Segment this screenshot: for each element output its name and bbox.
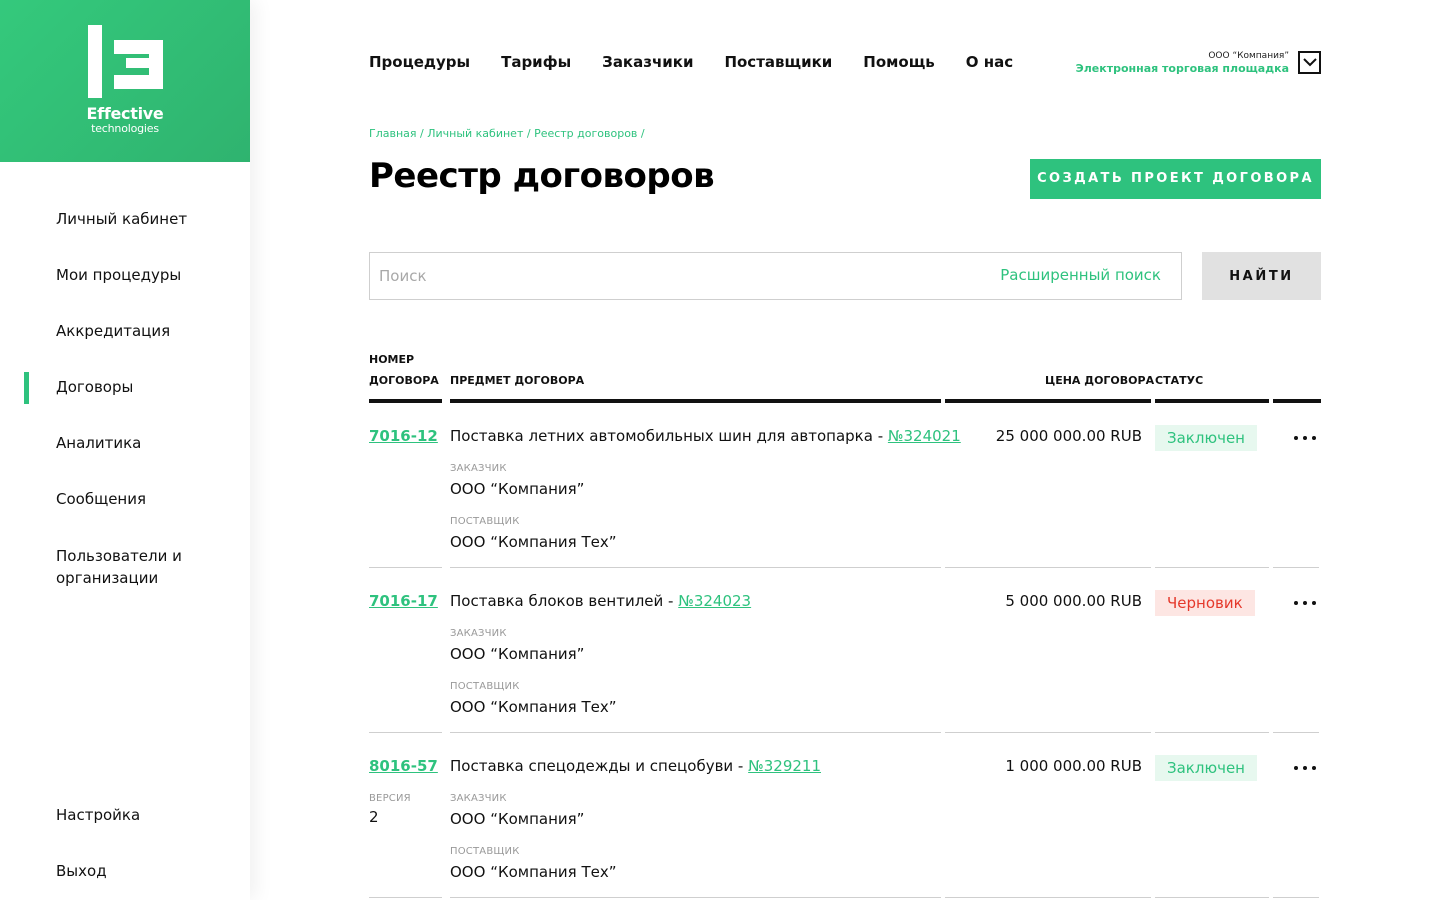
row-divider <box>945 567 1151 568</box>
page-title: Реестр договоров <box>369 156 715 196</box>
row-divider <box>945 897 1151 898</box>
supplier-label: ПОСТАВЩИК <box>450 846 520 857</box>
company-dropdown-button[interactable] <box>1298 51 1321 74</box>
row-divider <box>369 897 442 898</box>
status-badge: Черновик <box>1155 590 1255 616</box>
contract-subject: Поставка летних автомобильных шин для ав… <box>450 427 961 445</box>
sidebar-item-users[interactable]: Пользователи и организации <box>56 545 206 589</box>
supplier-value: ООО “Компания Тех” <box>450 698 617 716</box>
subject-text: Поставка блоков вентилей - <box>450 592 679 610</box>
active-nav-marker <box>24 372 29 404</box>
header-subject: ПРЕДМЕТ ДОГОВОРА <box>450 374 585 387</box>
topnav-procedures[interactable]: Процедуры <box>369 51 470 73</box>
row-divider <box>450 732 941 733</box>
header-divider <box>450 399 941 403</box>
row-divider <box>369 732 442 733</box>
topnav-suppliers[interactable]: Поставщики <box>724 51 832 73</box>
header-divider <box>1155 399 1269 403</box>
header-divider <box>369 399 442 403</box>
subject-text: Поставка спецодежды и спецобуви - <box>450 757 749 775</box>
breadcrumb-cabinet[interactable]: Личный кабинет / <box>427 127 530 140</box>
row-divider <box>1155 567 1269 568</box>
more-icon[interactable] <box>1294 761 1316 775</box>
sidebar-item-logout[interactable]: Выход <box>56 860 107 882</box>
status-badge: Заключен <box>1155 425 1257 451</box>
sidebar-item-accreditation[interactable]: Аккредитация <box>56 320 170 342</box>
row-divider <box>1273 567 1319 568</box>
sidebar-item-cabinet[interactable]: Личный кабинет <box>56 208 187 230</box>
row-divider <box>1155 897 1269 898</box>
contract-number-link[interactable]: 8016-57 <box>369 757 438 775</box>
brand-name: Effective <box>86 104 164 123</box>
contract-number-link[interactable]: 7016-12 <box>369 427 438 445</box>
customer-value: ООО “Компания” <box>450 480 585 498</box>
sidebar-item-contracts[interactable]: Договоры <box>56 376 133 398</box>
customer-label: ЗАКАЗЧИК <box>450 463 507 474</box>
topnav-tariffs[interactable]: Тарифы <box>501 51 571 73</box>
contract-subject: Поставка спецодежды и спецобуви - №32921… <box>450 757 821 775</box>
more-icon[interactable] <box>1294 431 1316 445</box>
contract-subject: Поставка блоков вентилей - №324023 <box>450 592 751 610</box>
subject-text: Поставка летних автомобильных шин для ав… <box>450 427 888 445</box>
row-divider <box>1273 897 1319 898</box>
topnav-about[interactable]: О нас <box>966 51 1013 73</box>
breadcrumb: Главная / Личный кабинет / Реестр догово… <box>369 127 645 140</box>
breadcrumb-home[interactable]: Главная / <box>369 127 424 140</box>
header-divider <box>945 399 1151 403</box>
version-label: ВЕРСИЯ <box>369 793 411 804</box>
procedure-link[interactable]: №324023 <box>678 592 751 610</box>
more-icon[interactable] <box>1294 596 1316 610</box>
row-divider <box>1273 732 1319 733</box>
find-button[interactable]: НАЙТИ <box>1202 252 1321 300</box>
customer-label: ЗАКАЗЧИК <box>450 793 507 804</box>
row-divider <box>450 567 941 568</box>
customer-label: ЗАКАЗЧИК <box>450 628 507 639</box>
customer-value: ООО “Компания” <box>450 645 585 663</box>
contract-number-link[interactable]: 7016-17 <box>369 592 438 610</box>
sidebar-item-analytics[interactable]: Аналитика <box>56 432 141 454</box>
create-contract-button[interactable]: СОЗДАТЬ ПРОЕКТ ДОГОВОРА <box>1030 159 1321 199</box>
status-badge: Заключен <box>1155 755 1257 781</box>
advanced-search-link[interactable]: Расширенный поиск <box>1000 266 1161 284</box>
row-divider <box>1155 732 1269 733</box>
topnav-customers[interactable]: Заказчики <box>602 51 693 73</box>
search-box: Расширенный поиск <box>369 252 1182 300</box>
breadcrumb-registry[interactable]: Реестр договоров / <box>534 127 645 140</box>
header-price: ЦЕНА ДОГОВОРА <box>1045 374 1155 387</box>
sidebar: Effective technologies Личный кабинет Мо… <box>0 0 250 900</box>
contract-price: 5 000 000.00 RUB <box>1005 592 1142 610</box>
header-number-line2: ДОГОВОРА <box>369 374 439 387</box>
row-divider <box>369 567 442 568</box>
logo[interactable]: Effective technologies <box>0 0 250 162</box>
company-name: ООО “Компания” <box>1208 51 1289 61</box>
contract-price: 1 000 000.00 RUB <box>1005 757 1142 775</box>
supplier-label: ПОСТАВЩИК <box>450 516 520 527</box>
brand-tagline: technologies <box>91 122 159 135</box>
brand-logo-icon <box>88 25 163 98</box>
sidebar-item-messages[interactable]: Сообщения <box>56 488 146 510</box>
top-nav: Процедуры Тарифы Заказчики Поставщики По… <box>369 51 1013 73</box>
supplier-value: ООО “Компания Тех” <box>450 533 617 551</box>
platform-name: Электронная торговая площадка <box>1075 62 1289 75</box>
customer-value: ООО “Компания” <box>450 810 585 828</box>
chevron-down-icon <box>1302 58 1317 67</box>
search-input[interactable] <box>379 253 979 299</box>
header-divider <box>1273 399 1321 403</box>
company-info[interactable]: ООО “Компания” Электронная торговая площ… <box>1076 51 1289 76</box>
row-divider <box>945 732 1151 733</box>
version-value: 2 <box>369 808 379 826</box>
procedure-link[interactable]: №329211 <box>748 757 821 775</box>
header-status: СТАТУС <box>1155 374 1204 387</box>
topnav-help[interactable]: Помощь <box>863 51 935 73</box>
contract-price: 25 000 000.00 RUB <box>995 427 1142 445</box>
procedure-link[interactable]: №324021 <box>888 427 961 445</box>
sidebar-item-procedures[interactable]: Мои процедуры <box>56 264 181 286</box>
supplier-label: ПОСТАВЩИК <box>450 681 520 692</box>
header-number-line1: НОМЕР <box>369 353 415 366</box>
supplier-value: ООО “Компания Тех” <box>450 863 617 881</box>
row-divider <box>450 897 941 898</box>
sidebar-item-settings[interactable]: Настройка <box>56 804 140 826</box>
